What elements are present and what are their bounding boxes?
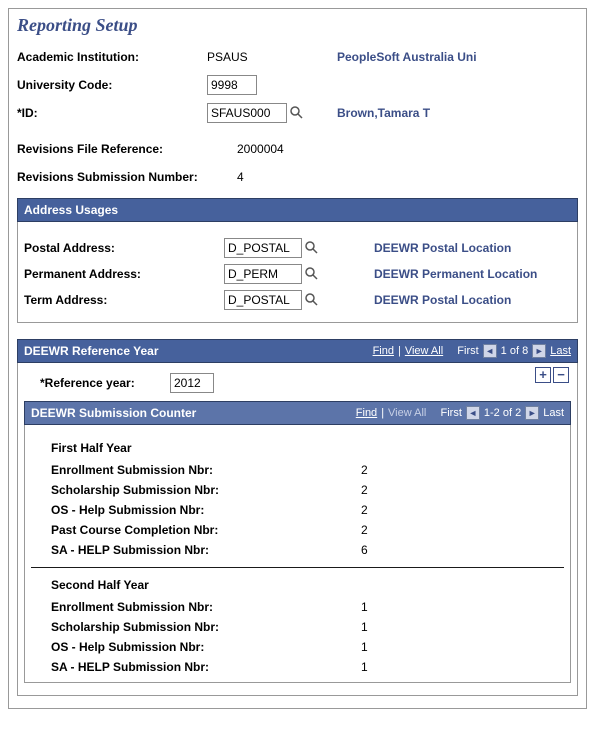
revisions-sub-num-value: 4 xyxy=(237,170,244,184)
postal-row: Postal Address: DEEWR Postal Location xyxy=(24,238,571,258)
sh-scholarship-row: Scholarship Submission Nbr: 1 xyxy=(51,620,568,634)
prev-arrow-icon[interactable]: ◄ xyxy=(466,406,480,420)
last-label: Last xyxy=(543,407,564,419)
id-row: *ID: Brown,Tamara T xyxy=(17,102,578,124)
postal-input[interactable] xyxy=(224,238,302,258)
sh-enroll-row: Enrollment Submission Nbr: 1 xyxy=(51,600,568,614)
find-link[interactable]: Find xyxy=(373,345,394,357)
first-label: First xyxy=(441,407,462,419)
deewr-sub-counter-body: First Half Year Enrollment Submission Nb… xyxy=(24,425,571,683)
lookup-icon[interactable] xyxy=(304,292,320,308)
add-delete-controls: + − xyxy=(535,367,569,383)
deewr-ref-year-bar: DEEWR Reference Year Find | View All Fir… xyxy=(17,339,578,363)
reference-year-label: *Reference year: xyxy=(40,376,170,390)
address-usages-bar: Address Usages xyxy=(17,198,578,222)
institution-desc: PeopleSoft Australia Uni xyxy=(337,50,477,64)
postal-label: Postal Address: xyxy=(24,241,224,255)
revisions-file-ref-value: 2000004 xyxy=(237,142,284,156)
second-half-title: Second Half Year xyxy=(51,578,568,592)
term-input[interactable] xyxy=(224,290,302,310)
view-all-link: View All xyxy=(388,407,426,419)
permanent-desc: DEEWR Permanent Location xyxy=(374,267,537,281)
lookup-icon[interactable] xyxy=(304,266,320,282)
last-link[interactable]: Last xyxy=(550,345,571,357)
permanent-label: Permanent Address: xyxy=(24,267,224,281)
id-desc: Brown,Tamara T xyxy=(337,106,430,120)
first-label: First xyxy=(457,345,478,357)
permanent-input[interactable] xyxy=(224,264,302,284)
term-label: Term Address: xyxy=(24,293,224,307)
university-code-input[interactable] xyxy=(207,75,257,95)
id-label: *ID: xyxy=(17,106,207,120)
deewr-sub-counter-nav: Find | View All First ◄ 1-2 of 2 ► Last xyxy=(356,406,564,420)
university-code-label: University Code: xyxy=(17,78,207,92)
deewr-ref-year-nav: Find | View All First ◄ 1 of 8 ► Last xyxy=(373,344,571,358)
page-indicator: 1 of 8 xyxy=(501,345,529,357)
university-code-row: University Code: xyxy=(17,74,578,96)
page-title: Reporting Setup xyxy=(17,15,578,36)
next-arrow-icon[interactable]: ► xyxy=(532,344,546,358)
fh-sahelp-row: SA - HELP Submission Nbr: 6 xyxy=(51,543,568,557)
lookup-icon[interactable] xyxy=(304,240,320,256)
fh-scholarship-row: Scholarship Submission Nbr: 2 xyxy=(51,483,568,497)
reference-year-row: *Reference year: xyxy=(22,367,573,399)
institution-value: PSAUS xyxy=(207,50,337,64)
revisions-file-ref-row: Revisions File Reference: 2000004 xyxy=(17,138,578,160)
institution-row: Academic Institution: PSAUS PeopleSoft A… xyxy=(17,46,578,68)
id-input[interactable] xyxy=(207,103,287,123)
deewr-sub-counter-bar: DEEWR Submission Counter Find | View All… xyxy=(24,401,571,425)
view-all-link[interactable]: View All xyxy=(405,345,443,357)
postal-desc: DEEWR Postal Location xyxy=(374,241,511,255)
deewr-ref-year-title: DEEWR Reference Year xyxy=(24,344,159,358)
lookup-icon[interactable] xyxy=(289,105,305,121)
prev-arrow-icon[interactable]: ◄ xyxy=(483,344,497,358)
page-indicator: 1-2 of 2 xyxy=(484,407,521,419)
add-row-button[interactable]: + xyxy=(535,367,551,383)
revisions-sub-num-label: Revisions Submission Number: xyxy=(17,170,237,184)
page-container: Reporting Setup Academic Institution: PS… xyxy=(8,8,587,709)
divider xyxy=(31,567,564,568)
term-row: Term Address: DEEWR Postal Location xyxy=(24,290,571,310)
term-desc: DEEWR Postal Location xyxy=(374,293,511,307)
permanent-row: Permanent Address: DEEWR Permanent Locat… xyxy=(24,264,571,284)
institution-label: Academic Institution: xyxy=(17,50,207,64)
sh-oshelp-row: OS - Help Submission Nbr: 1 xyxy=(51,640,568,654)
first-half-title: First Half Year xyxy=(51,441,568,455)
fh-pastcourse-row: Past Course Completion Nbr: 2 xyxy=(51,523,568,537)
next-arrow-icon[interactable]: ► xyxy=(525,406,539,420)
find-link[interactable]: Find xyxy=(356,407,377,419)
delete-row-button[interactable]: − xyxy=(553,367,569,383)
deewr-ref-year-body: + − *Reference year: DEEWR Submission Co… xyxy=(17,363,578,696)
address-usages-body: Postal Address: DEEWR Postal Location Pe… xyxy=(17,222,578,323)
sh-sahelp-row: SA - HELP Submission Nbr: 1 xyxy=(51,660,568,674)
address-usages-title: Address Usages xyxy=(24,203,118,217)
revisions-file-ref-label: Revisions File Reference: xyxy=(17,142,237,156)
revisions-sub-num-row: Revisions Submission Number: 4 xyxy=(17,166,578,188)
deewr-sub-counter-title: DEEWR Submission Counter xyxy=(31,406,196,420)
fh-enroll-row: Enrollment Submission Nbr: 2 xyxy=(51,463,568,477)
fh-oshelp-row: OS - Help Submission Nbr: 2 xyxy=(51,503,568,517)
reference-year-input[interactable] xyxy=(170,373,214,393)
